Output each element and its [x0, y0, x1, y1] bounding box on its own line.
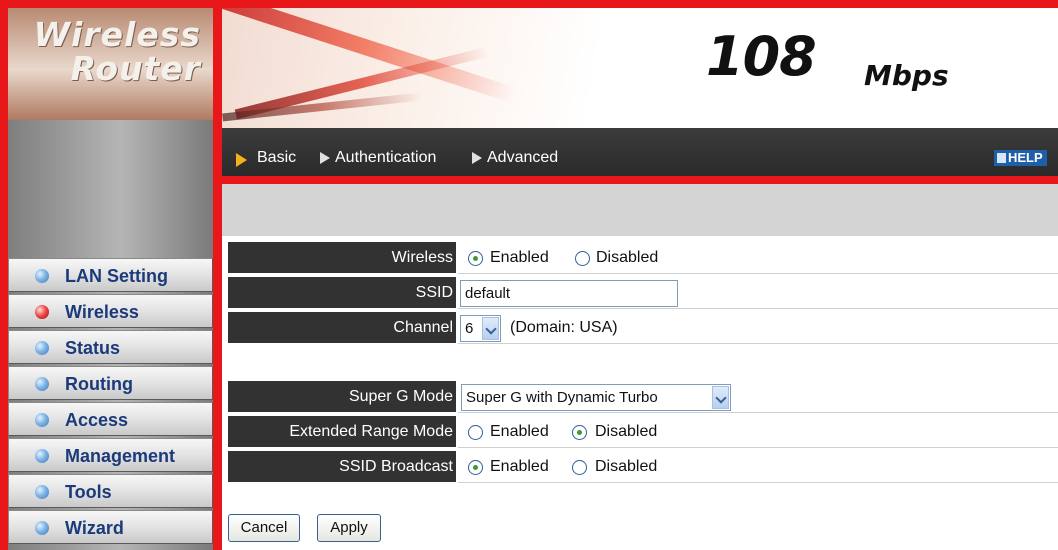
sidebar-menu: LAN Setting Wireless Status Routing Acce…: [8, 258, 213, 546]
bullet-blue-icon: [35, 449, 49, 463]
wireless-value: Enabled Disabled: [458, 242, 1058, 274]
sidebar-item-label: LAN Setting: [65, 266, 168, 286]
bullet-blue-icon: [35, 269, 49, 283]
wireless-enabled-radio[interactable]: [468, 251, 483, 266]
super-g-label: Super G Mode: [228, 381, 456, 413]
sidebar-item-label: Management: [65, 446, 176, 466]
ssid-broadcast-label: SSID Broadcast: [228, 451, 456, 483]
extended-range-disabled-label: Disabled: [595, 423, 658, 440]
wireless-row: Wireless Enabled Disabled: [228, 242, 1058, 274]
sidebar-item-label: Status: [65, 338, 121, 358]
extended-range-disabled-radio[interactable]: [572, 425, 587, 440]
tab-authentication[interactable]: Authentication: [335, 149, 436, 167]
super-g-row: Super G Mode Super G with Dynamic Turbo: [228, 381, 1058, 413]
extended-range-value: Enabled Disabled: [458, 416, 1058, 448]
cancel-button[interactable]: Cancel: [228, 514, 300, 542]
ssid-value: default: [458, 277, 1058, 309]
sidebar-item-access[interactable]: Access: [8, 402, 213, 436]
tab-advanced[interactable]: Advanced: [487, 149, 558, 167]
chevron-down-icon[interactable]: [712, 386, 729, 409]
sidebar: Wireless Router LAN Setting Wireless Sta…: [8, 8, 213, 550]
apply-button[interactable]: Apply: [317, 514, 381, 542]
super-g-selected-value: Super G with Dynamic Turbo: [466, 389, 658, 406]
super-g-value: Super G with Dynamic Turbo: [458, 381, 1058, 413]
top-nav: Basic Authentication Advanced HELP: [222, 128, 1058, 176]
wireless-label: Wireless: [228, 242, 456, 274]
speed-value: 108: [706, 25, 817, 88]
ssid-row: SSID default: [228, 277, 1058, 309]
sidebar-item-wireless[interactable]: Wireless: [8, 294, 213, 328]
ssid-broadcast-row: SSID Broadcast Enabled Disabled: [228, 451, 1058, 483]
extended-range-label: Extended Range Mode: [228, 416, 456, 448]
help-button[interactable]: HELP: [994, 150, 1047, 166]
arrow-right-icon: [236, 153, 247, 167]
sidebar-item-label: Wizard: [65, 518, 124, 538]
extended-range-enabled-radio[interactable]: [468, 425, 483, 440]
bullet-red-icon: [35, 305, 49, 319]
logo-line2: Router: [70, 49, 201, 88]
logo: Wireless Router: [8, 8, 213, 120]
bullet-blue-icon: [35, 485, 49, 499]
bullet-blue-icon: [35, 413, 49, 427]
ssid-broadcast-value: Enabled Disabled: [458, 451, 1058, 483]
ssid-broadcast-disabled-radio[interactable]: [572, 460, 587, 475]
extended-range-row: Extended Range Mode Enabled Disabled: [228, 416, 1058, 448]
sidebar-item-label: Tools: [65, 482, 112, 502]
arrow-right-icon: [472, 152, 482, 164]
sidebar-item-lan-setting[interactable]: LAN Setting: [8, 258, 213, 292]
channel-selected-value: 6: [465, 320, 474, 337]
ssid-label: SSID: [228, 277, 456, 309]
super-g-select[interactable]: Super G with Dynamic Turbo: [461, 384, 731, 411]
extended-range-enabled-label: Enabled: [490, 423, 549, 440]
sidebar-item-status[interactable]: Status: [8, 330, 213, 364]
ssid-input[interactable]: default: [460, 280, 678, 307]
sidebar-item-label: Routing: [65, 374, 133, 394]
sidebar-item-management[interactable]: Management: [8, 438, 213, 472]
sidebar-item-wizard[interactable]: Wizard: [8, 510, 213, 544]
arrow-right-icon: [320, 152, 330, 164]
wireless-disabled-radio[interactable]: [575, 251, 590, 266]
help-icon: [997, 153, 1006, 163]
bullet-blue-icon: [35, 341, 49, 355]
nav-divider: [222, 176, 1058, 184]
speed-unit: Mbps: [864, 59, 949, 92]
sidebar-item-label: Access: [65, 410, 129, 430]
channel-value: 6 (Domain: USA): [458, 312, 1058, 344]
help-label: HELP: [1008, 150, 1043, 165]
wireless-disabled-label: Disabled: [596, 249, 659, 266]
ssid-broadcast-enabled-radio[interactable]: [468, 460, 483, 475]
content-header-band: [222, 184, 1058, 236]
ssid-broadcast-enabled-label: Enabled: [490, 458, 549, 475]
main-content: Wireless Enabled Disabled SSID default C…: [222, 184, 1058, 550]
channel-domain-text: (Domain: USA): [510, 319, 618, 336]
bullet-blue-icon: [35, 377, 49, 391]
chevron-down-icon[interactable]: [482, 317, 499, 340]
tab-basic[interactable]: Basic: [257, 149, 296, 167]
wireless-enabled-label: Enabled: [490, 249, 549, 266]
logo-line1: Wireless: [33, 15, 201, 54]
header-banner: 108 Mbps: [222, 8, 1058, 128]
channel-row: Channel 6 (Domain: USA): [228, 312, 1058, 344]
ssid-broadcast-disabled-label: Disabled: [595, 458, 658, 475]
sidebar-item-routing[interactable]: Routing: [8, 366, 213, 400]
sidebar-item-tools[interactable]: Tools: [8, 474, 213, 508]
bullet-blue-icon: [35, 521, 49, 535]
channel-label: Channel: [228, 312, 456, 344]
sidebar-item-label: Wireless: [65, 302, 139, 322]
channel-select[interactable]: 6: [460, 315, 501, 342]
